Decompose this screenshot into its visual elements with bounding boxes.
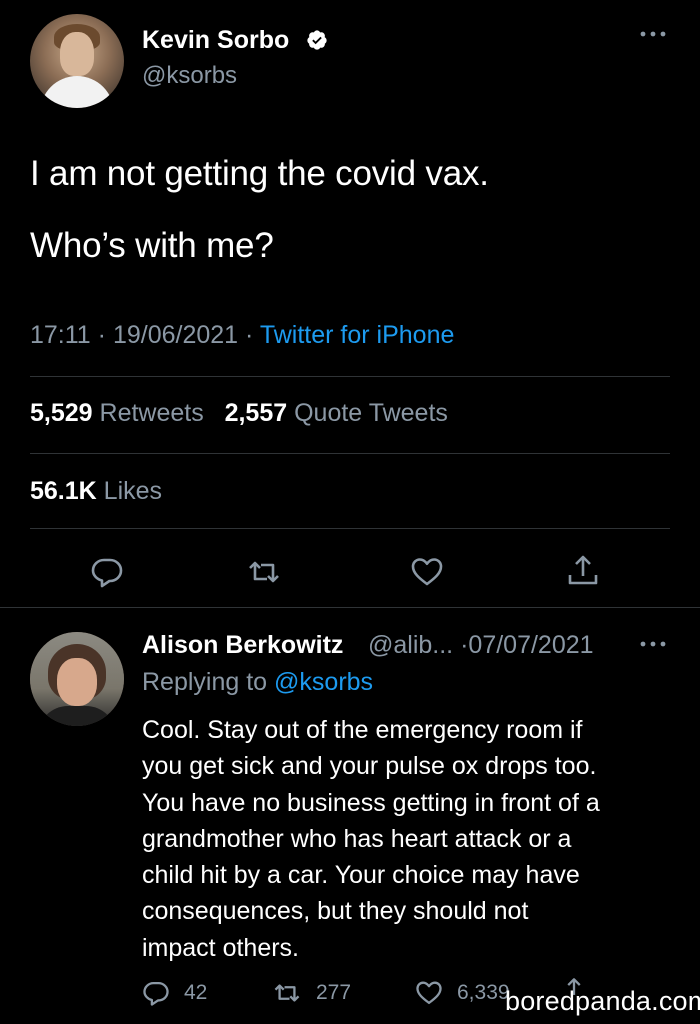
like-icon[interactable] — [410, 555, 444, 589]
retweet-icon — [274, 984, 300, 1002]
replying-to-label: Replying to — [142, 668, 268, 696]
reply-text-line: child hit by a car. Your choice may have — [142, 861, 580, 890]
verified-badge-icon — [307, 30, 327, 50]
meta-separator: · — [245, 321, 254, 349]
reply-text-line: grandmother who has heart attack or a — [142, 824, 572, 853]
likes-label[interactable]: Likes — [104, 477, 162, 505]
tweet-text-line: I am not getting the covid vax. — [30, 154, 489, 193]
avatar-shirt — [40, 76, 114, 108]
retweet-stats: 5,529 Retweets 2,557 Quote Tweets — [30, 399, 448, 428]
divider — [30, 376, 670, 377]
reply-text: Cool. Stay out of the emergency room if … — [142, 712, 682, 966]
reply-author-handle[interactable]: @alib... — [368, 631, 453, 659]
retweet-icon[interactable] — [247, 555, 281, 589]
more-options-icon[interactable] — [636, 24, 670, 44]
divider — [30, 453, 670, 454]
reply-count: 42 — [184, 981, 208, 1004]
divider — [30, 528, 670, 529]
tweet-separator — [0, 607, 700, 608]
reply-reply-button[interactable]: 42 — [142, 978, 207, 1008]
like-count: 6,339 — [457, 981, 510, 1004]
retweet-count: 277 — [316, 981, 352, 1004]
tweet-source-link[interactable]: Twitter for iPhone — [260, 321, 455, 349]
reply-author-avatar[interactable] — [30, 632, 124, 726]
reply-icon[interactable] — [90, 555, 124, 589]
reply-text-line: You have no business getting in front of… — [142, 788, 600, 817]
retweets-label[interactable]: Retweets — [100, 399, 204, 427]
author-display-name[interactable]: Kevin Sorbo — [142, 26, 289, 55]
avatar-face — [60, 32, 94, 76]
retweets-count[interactable]: 5,529 — [30, 399, 93, 427]
likes-count[interactable]: 56.1K — [30, 477, 97, 505]
reply-icon — [143, 981, 169, 1006]
tweet-time: 17:11 — [30, 321, 91, 349]
quotes-count[interactable]: 2,557 — [225, 399, 288, 427]
reply-text-line: Cool. Stay out of the emergency room if — [142, 716, 583, 744]
tweet-text-line: Who’s with me? — [30, 226, 274, 265]
quotes-label[interactable]: Quote Tweets — [294, 399, 448, 427]
more-options-icon[interactable] — [636, 634, 670, 654]
watermark: boredpanda.com — [505, 986, 700, 1016]
reply-author-name[interactable]: Alison Berkowitz — [142, 631, 343, 660]
reply-retweet-button[interactable]: 277 — [272, 978, 351, 1008]
author-avatar[interactable] — [30, 14, 124, 108]
reply-text-line: impact others. — [142, 933, 300, 962]
avatar-face — [57, 658, 97, 706]
replying-to: Replying to @ksorbs — [142, 668, 373, 697]
tweet-meta: 17:11 · 19/06/2021 · Twitter for iPhone — [30, 321, 454, 350]
reply-date[interactable]: 07/07/2021 — [468, 631, 593, 659]
tweet-date: 19/06/2021 — [112, 321, 239, 349]
reply-author-meta: @alib... ·07/07/2021 — [368, 631, 594, 660]
reply-text-line: you get sick and your pulse ox drops too… — [142, 752, 597, 781]
replying-to-mention[interactable]: @ksorbs — [274, 668, 373, 696]
meta-separator: · — [97, 321, 106, 349]
share-icon[interactable] — [566, 553, 600, 587]
reply-text-line: consequences, but they should not — [142, 897, 529, 926]
author-handle[interactable]: @ksorbs — [142, 62, 237, 90]
reply-like-button[interactable]: 6,339 — [415, 978, 510, 1008]
likes-stats: 56.1K Likes — [30, 477, 162, 506]
like-icon — [416, 981, 442, 1005]
